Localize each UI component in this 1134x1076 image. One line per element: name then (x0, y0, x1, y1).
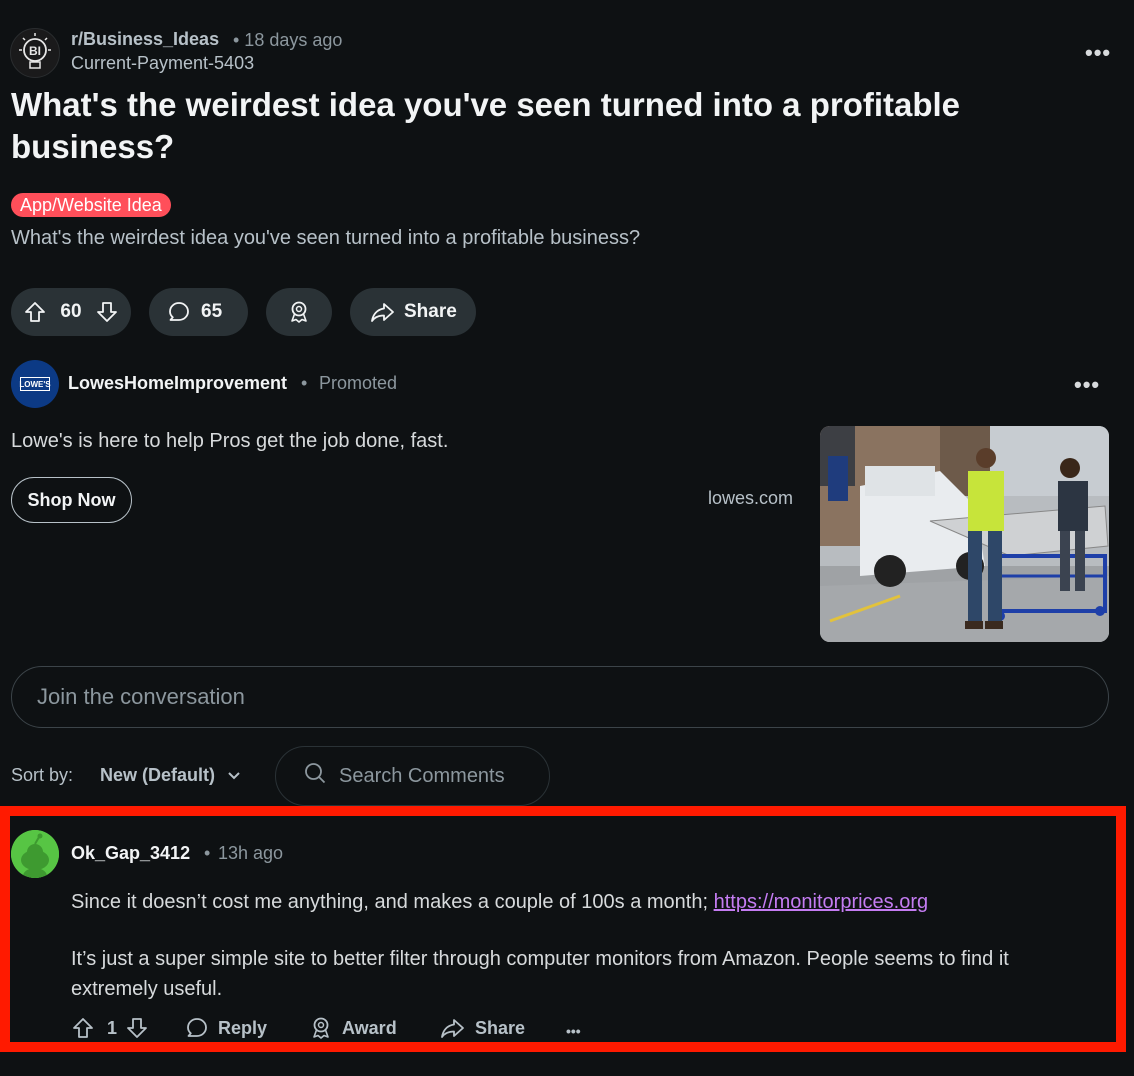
award-button[interactable]: Award (309, 1016, 397, 1040)
snoo-avatar-icon (11, 830, 59, 878)
separator-dot: • (301, 373, 308, 393)
award-icon (287, 300, 311, 324)
share-label: Share (475, 1017, 526, 1038)
comment-vote-count: 1 (107, 1017, 118, 1038)
comment-text-1: Since it doesn’t cost me anything, and m… (71, 891, 714, 913)
post-title: What's the weirdest idea you've seen tur… (11, 86, 961, 165)
award-icon (309, 1016, 333, 1040)
lightbulb-icon: BI (19, 33, 51, 69)
comment-paragraph-2: It’s just a super simple site to better … (71, 948, 1009, 1000)
sort-value: New (Default) (100, 765, 216, 785)
lowes-logo: LOWE'S (19, 377, 51, 391)
comment-count: 65 (201, 301, 223, 322)
search-icon (303, 761, 327, 791)
post-flair[interactable]: App/Website Idea (11, 193, 171, 217)
comment-icon (185, 1016, 209, 1040)
sort-label: Sort by: (11, 765, 74, 785)
reply-button[interactable]: Reply (185, 1016, 267, 1040)
ad-image[interactable] (820, 426, 1109, 642)
share-icon (440, 1016, 466, 1040)
advertiser-avatar[interactable]: LOWE'S (11, 360, 59, 408)
ad-domain[interactable]: lowes.com (708, 488, 793, 509)
shop-now-button[interactable]: Shop Now (11, 477, 132, 523)
post-age: • 18 days ago (233, 30, 343, 50)
comment-time: 13h ago (218, 843, 284, 863)
search-comments-input[interactable]: Search Comments (275, 746, 550, 806)
share-button[interactable]: Share (350, 288, 476, 336)
separator-dot: • (204, 843, 211, 863)
subreddit-name[interactable]: r/Business_Ideas (71, 29, 219, 50)
comment-link[interactable]: https://monitorprices.org (714, 891, 929, 913)
join-conversation-input[interactable]: Join the conversation (11, 666, 1109, 728)
post-vote-count: 60 (60, 301, 82, 322)
comment-vote-controls: 1 (71, 1016, 149, 1040)
vote-controls: 60 (11, 288, 131, 336)
upvote-icon[interactable] (71, 1016, 95, 1040)
downvote-icon[interactable] (95, 300, 119, 324)
sort-dropdown[interactable]: New (Default) (100, 765, 241, 786)
share-button[interactable]: Share (440, 1016, 525, 1040)
post-author[interactable]: Current-Payment-5403 (71, 53, 254, 74)
search-comments-placeholder: Search Comments (339, 764, 505, 787)
comment-more-options-button[interactable]: ••• (566, 1023, 581, 1039)
advertiser-name[interactable]: LowesHomeImprovement (68, 373, 287, 394)
share-icon (370, 300, 396, 324)
downvote-icon[interactable] (125, 1016, 149, 1040)
post-body: What's the weirdest idea you've seen tur… (11, 227, 641, 249)
comment-username[interactable]: Ok_Gap_3412 (71, 843, 190, 864)
ad-text: Lowe's is here to help Pros get the job … (11, 430, 449, 452)
comment-paragraph-1: Since it doesn’t cost me anything, and m… (71, 891, 1101, 914)
promoted-label: Promoted (319, 373, 398, 393)
award-label: Award (342, 1017, 397, 1038)
comment-icon (167, 300, 191, 324)
reply-label: Reply (218, 1017, 268, 1038)
share-label: Share (404, 301, 457, 322)
avatar[interactable] (11, 830, 59, 878)
ad-more-options-button[interactable]: ••• (1074, 372, 1100, 398)
award-button[interactable] (266, 288, 332, 336)
post-more-options-button[interactable]: ••• (1085, 40, 1111, 66)
subreddit-icon-text: BI (29, 44, 41, 58)
subreddit-avatar[interactable]: BI (10, 28, 60, 78)
comments-button[interactable]: 65 (149, 288, 248, 336)
upvote-icon[interactable] (23, 300, 47, 324)
chevron-down-icon (227, 765, 241, 786)
